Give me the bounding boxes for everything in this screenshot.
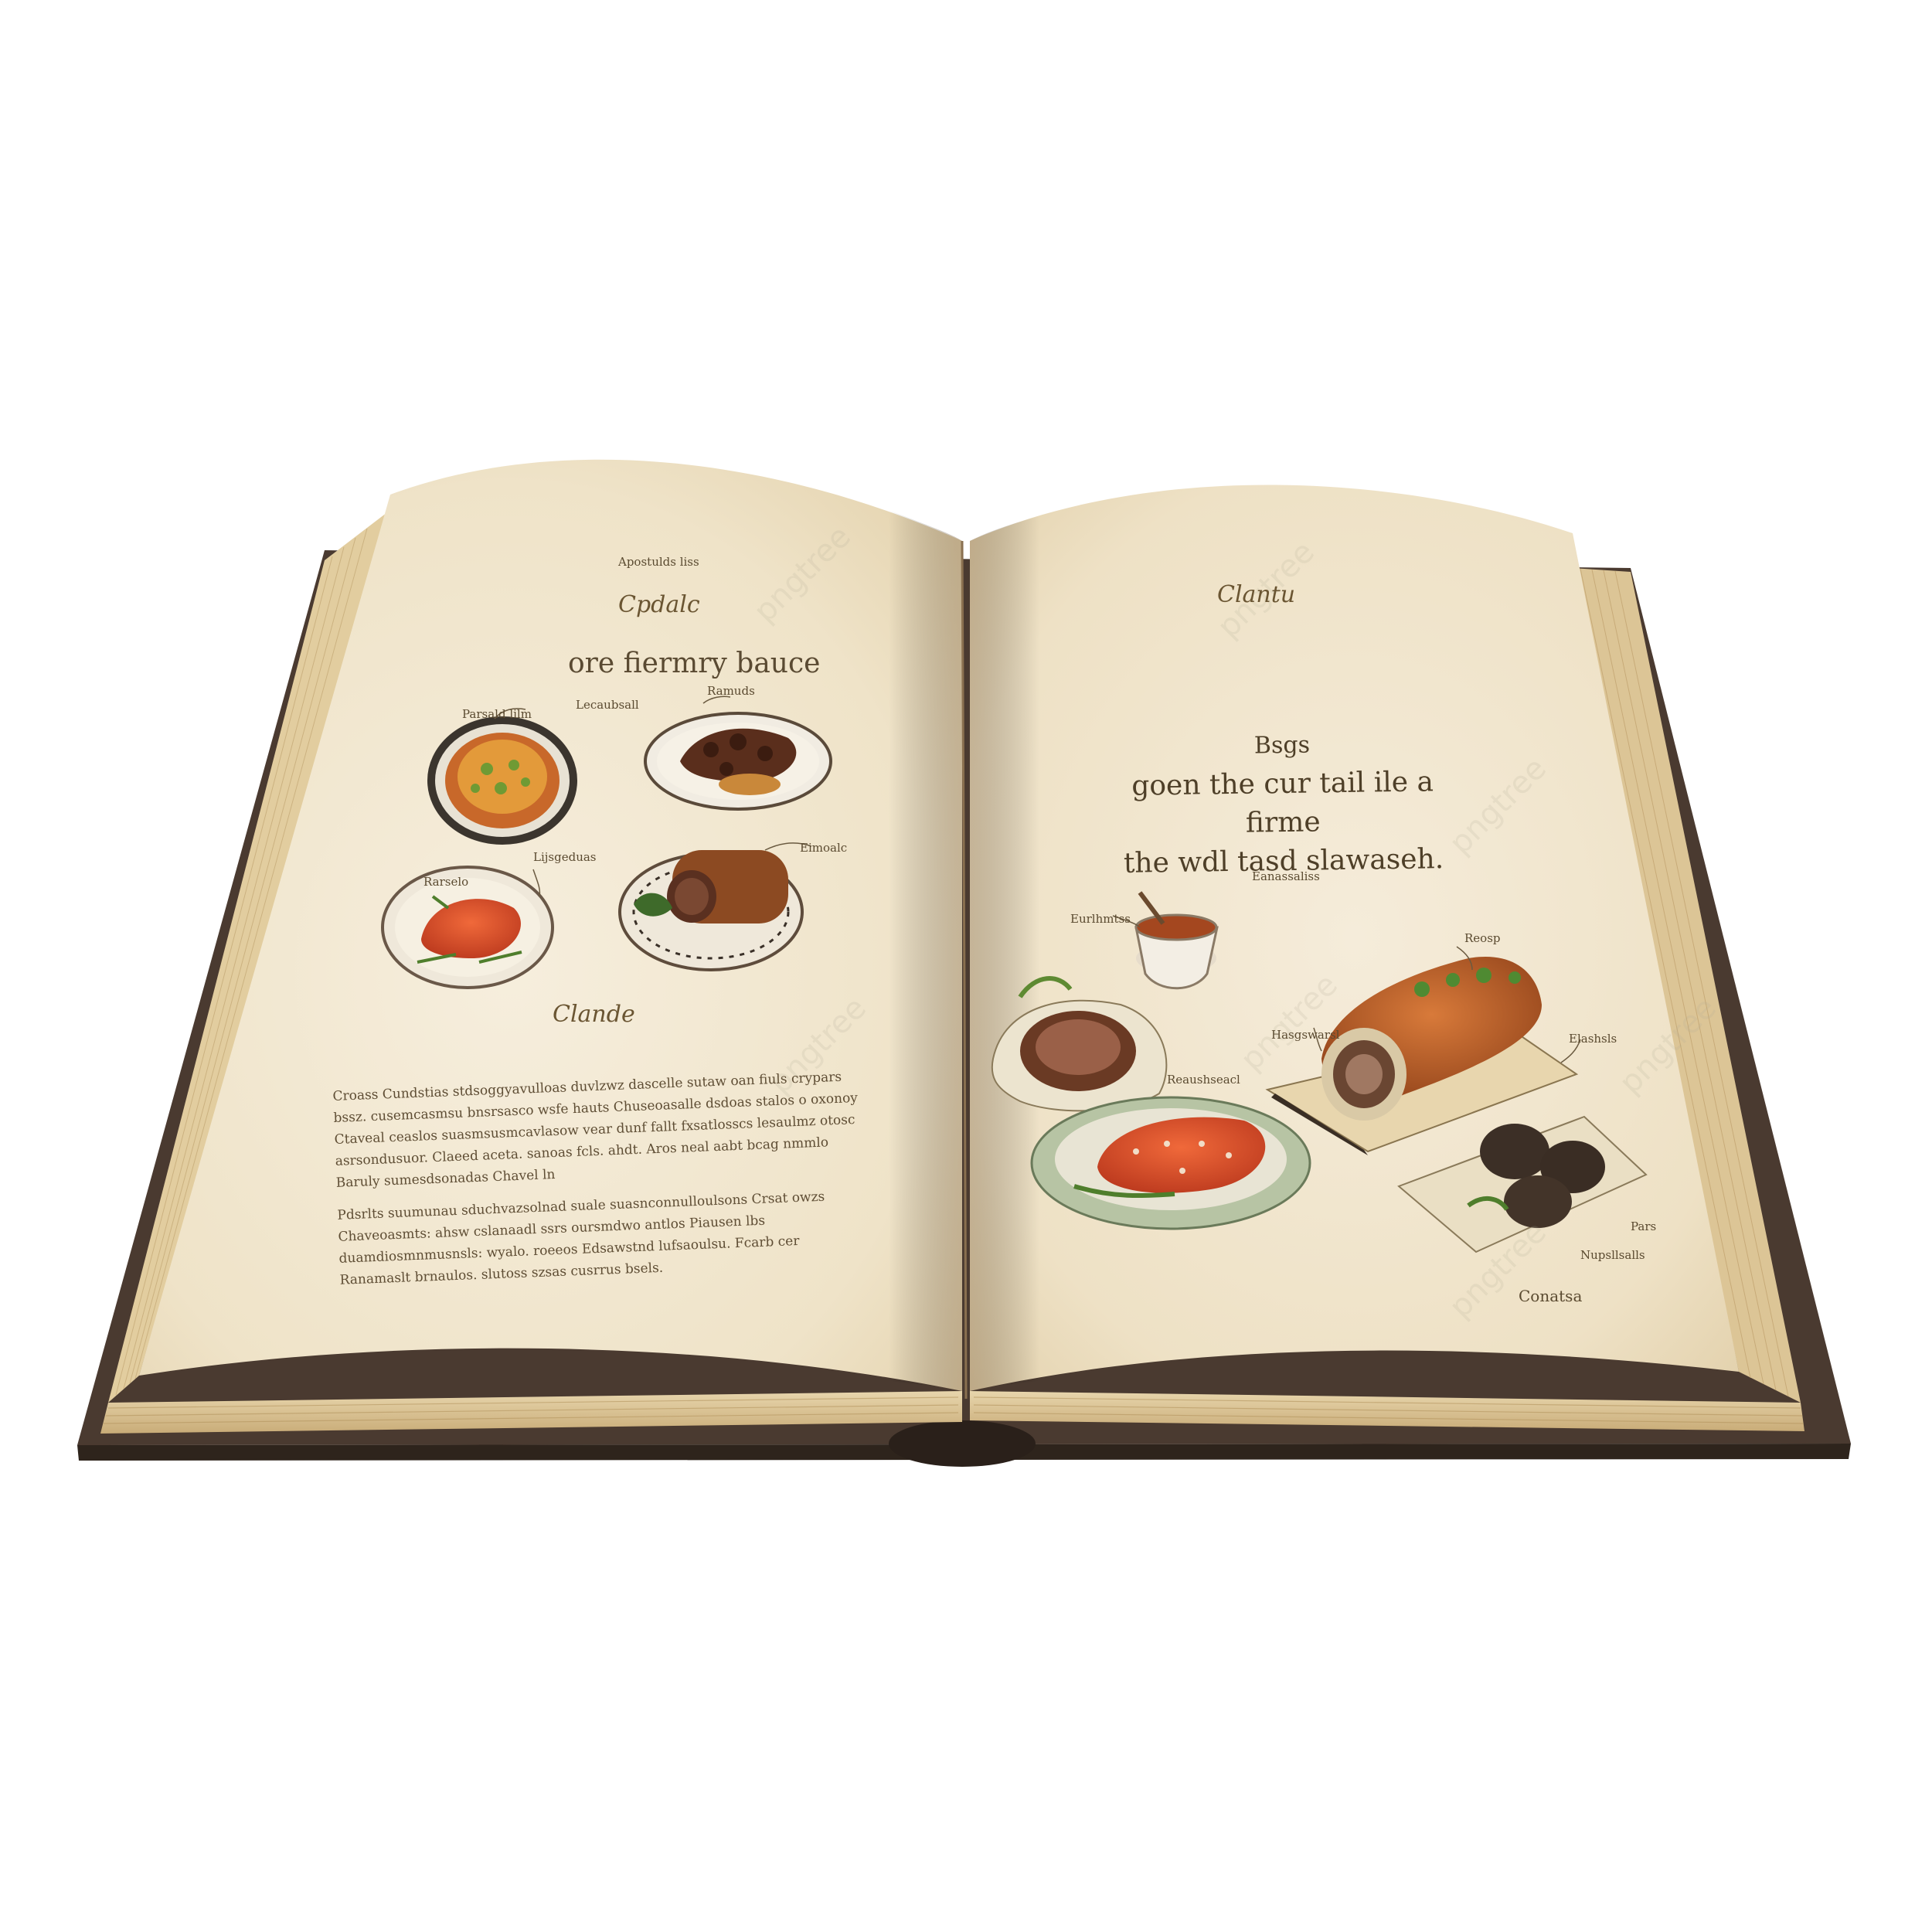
dish-label: Rarselo <box>423 875 469 889</box>
dish-label: Eanassaliss <box>1252 869 1320 883</box>
book-spine <box>889 1420 1036 1467</box>
dish-label: Reosp <box>1464 931 1501 945</box>
right-page-caption: Conatsa <box>1519 1287 1583 1305</box>
open-cookbook-illustration <box>77 459 1851 1467</box>
dish-label: Hasgswarsl <box>1271 1028 1340 1042</box>
dish-label: Eimoalc <box>800 841 848 855</box>
dish-label: Lecaubsall <box>576 698 639 712</box>
dish-label: Nupsllsalls <box>1580 1248 1645 1262</box>
title-line: goen the cur tail ile a firme <box>1131 766 1434 839</box>
left-top-note: Apostulds liss <box>618 555 699 569</box>
dish-label: Pars <box>1631 1219 1657 1233</box>
body-paragraph: Croass Cundstias stdsoggyavulloas duvlzw… <box>332 1069 859 1191</box>
right-page-title: Bsgs goen the cur tail ile a firme the w… <box>1104 724 1462 883</box>
dish-label: Elashsls <box>1569 1032 1617 1046</box>
body-paragraph: Pdsrlts suumunau sduchvazsolnad suale su… <box>337 1189 825 1288</box>
left-page-heading: Cpdalc <box>618 591 700 618</box>
dish-label: Ramuds <box>707 684 755 698</box>
plate-frittata <box>427 716 577 845</box>
dish-label: Eurlhmtss <box>1070 912 1131 926</box>
plate-tomato-dish <box>1030 1096 1311 1230</box>
dish-label: Parsald lilm <box>462 707 532 721</box>
left-page-subheading: ore fiermry bauce <box>568 648 821 679</box>
right-page-heading: Clantu <box>1217 581 1296 608</box>
dish-label: Lijsgeduas <box>533 850 597 864</box>
left-section-title: Clande <box>553 1001 635 1028</box>
dish-label: Reaushseacl <box>1167 1073 1240 1087</box>
left-body-text: Croass Cundstias stdsoggyavulloas duvlzw… <box>332 1066 866 1302</box>
title-line: Bsgs <box>1253 731 1311 760</box>
plate-stir-fry <box>644 712 832 811</box>
